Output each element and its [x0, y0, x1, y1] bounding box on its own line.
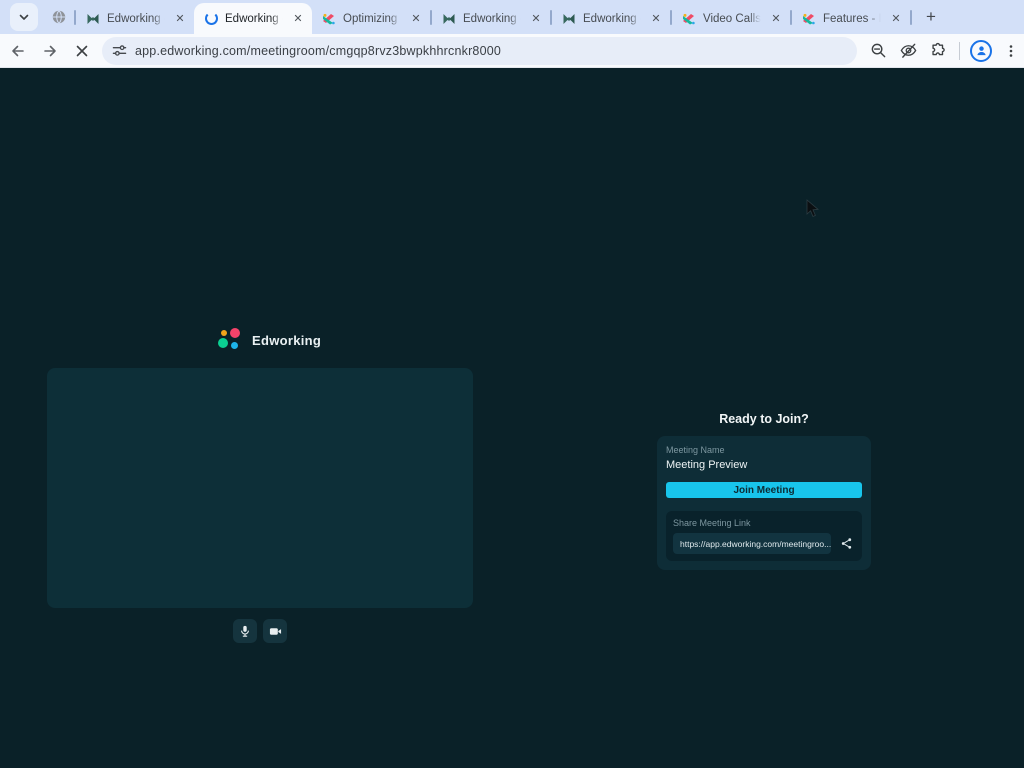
address-bar[interactable]: app.edworking.com/meetingroom/cmgqp8rvz3…: [102, 37, 857, 65]
extensions-button[interactable]: [925, 38, 951, 64]
meeting-name-value: Meeting Preview: [666, 459, 862, 471]
stop-loading-button[interactable]: [68, 37, 96, 65]
zoom-out-icon: [870, 42, 887, 59]
kebab-menu-icon: [1004, 44, 1018, 58]
microphone-icon: [239, 625, 251, 637]
tab-close-button[interactable]: ✕: [290, 11, 306, 27]
toolbar-separator: [959, 42, 960, 60]
tab-close-button[interactable]: ✕: [408, 11, 424, 27]
back-arrow-icon: [10, 43, 26, 59]
camera-toggle-button[interactable]: [263, 619, 287, 643]
join-panel: Ready to Join? Meeting Name Meeting Prev…: [657, 412, 871, 570]
tab-close-button[interactable]: ✕: [172, 11, 188, 27]
browser-menu-button[interactable]: [998, 38, 1024, 64]
tab-video-calls[interactable]: Video Calls & M ✕: [672, 3, 790, 34]
share-link-input[interactable]: https://app.edworking.com/meetingroo...: [673, 533, 831, 554]
forward-button[interactable]: [36, 37, 64, 65]
tab-edworking-1[interactable]: Edworking - All ✕: [76, 3, 194, 34]
eye-off-icon: [899, 41, 918, 60]
edworking-color-favicon-icon: [801, 11, 817, 27]
tab-title: Edworking - All: [583, 13, 642, 25]
new-tab-button[interactable]: +: [918, 4, 944, 30]
ready-to-join-title: Ready to Join?: [657, 412, 871, 426]
forward-arrow-icon: [42, 43, 58, 59]
browser-tab-strip: Edworking - All ✕ Edworking - All ✕ Opti…: [0, 0, 1024, 34]
browser-toolbar: app.edworking.com/meetingroom/cmgqp8rvz3…: [0, 34, 1024, 68]
close-x-icon: [75, 44, 89, 58]
tab-edworking-2[interactable]: Edworking - All ✕: [432, 3, 550, 34]
tab-edworking-3[interactable]: Edworking - All ✕: [552, 3, 670, 34]
loading-spinner-icon: [203, 11, 219, 27]
camera-preview-panel: [47, 368, 473, 608]
url-text[interactable]: app.edworking.com/meetingroom/cmgqp8rvz3…: [135, 44, 501, 58]
tab-search-button[interactable]: [10, 3, 38, 31]
tab-title: Video Calls & M: [703, 13, 762, 25]
tab-close-button[interactable]: ✕: [528, 11, 544, 27]
edworking-color-favicon-icon: [321, 11, 337, 27]
meeting-room-page: Edworking Ready to Join? Meeting Name Me…: [0, 68, 1024, 768]
share-button[interactable]: [837, 535, 855, 553]
tab-close-button[interactable]: ✕: [648, 11, 664, 27]
profile-button[interactable]: [968, 38, 994, 64]
tab-title: Edworking - All: [225, 13, 284, 25]
tab-separator: [910, 10, 912, 25]
tab-title: Features - Edw: [823, 13, 882, 25]
pinned-tab-globe[interactable]: [44, 2, 74, 32]
microphone-toggle-button[interactable]: [233, 619, 257, 643]
meeting-name-label: Meeting Name: [666, 445, 862, 455]
tab-title: Edworking - All: [107, 13, 166, 25]
privacy-eye-off-button[interactable]: [895, 38, 921, 64]
tab-edworking-active[interactable]: Edworking - All ✕: [194, 3, 312, 34]
brand-name: Edworking: [252, 333, 321, 348]
edworking-favicon-icon: [85, 11, 101, 27]
profile-avatar-icon: [970, 40, 992, 62]
tab-close-button[interactable]: ✕: [888, 11, 904, 27]
tab-title: Optimizing Tea: [343, 13, 402, 25]
join-card: Meeting Name Meeting Preview Join Meetin…: [657, 436, 871, 570]
join-meeting-button[interactable]: Join Meeting: [666, 482, 862, 498]
chevron-down-icon: [18, 11, 30, 23]
tab-close-button[interactable]: ✕: [768, 11, 784, 27]
globe-icon: [51, 9, 67, 25]
site-settings-icon: [112, 43, 127, 58]
toolbar-actions: [865, 38, 1024, 64]
share-icon: [840, 537, 853, 550]
mouse-cursor: [806, 199, 820, 224]
edworking-color-favicon-icon: [681, 11, 697, 27]
edworking-favicon-icon: [441, 11, 457, 27]
tab-title: Edworking - All: [463, 13, 522, 25]
tab-features[interactable]: Features - Edw ✕: [792, 3, 910, 34]
av-controls: [47, 619, 473, 643]
back-button[interactable]: [4, 37, 32, 65]
video-camera-icon: [269, 625, 282, 638]
edworking-favicon-icon: [561, 11, 577, 27]
edworking-logo-icon: [218, 328, 242, 352]
share-link-label: Share Meeting Link: [673, 518, 855, 528]
brand-header: Edworking: [218, 328, 321, 352]
zoom-out-button[interactable]: [865, 38, 891, 64]
tab-optimizing-tea[interactable]: Optimizing Tea ✕: [312, 3, 430, 34]
share-link-box: Share Meeting Link https://app.edworking…: [666, 511, 862, 561]
puzzle-icon: [929, 42, 947, 60]
